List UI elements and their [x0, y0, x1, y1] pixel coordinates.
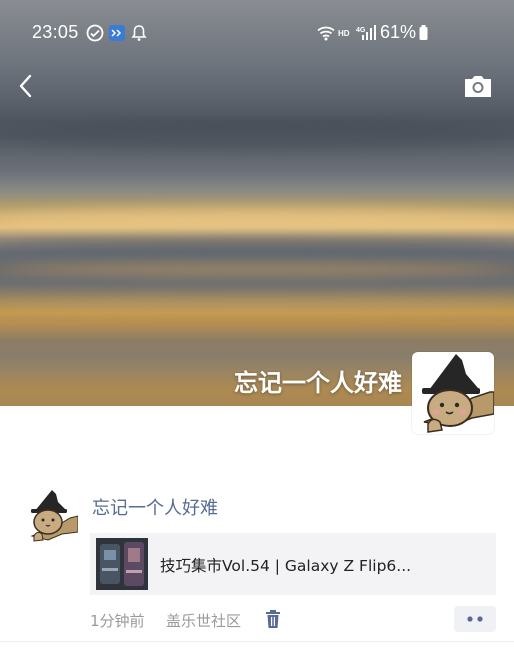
status-time: 23:05: [32, 22, 79, 42]
divider: [0, 641, 514, 642]
wifi-icon: [316, 24, 335, 42]
camera-icon: [462, 76, 494, 104]
svg-text:HD: HD: [338, 29, 350, 38]
check-circle-icon: [86, 24, 104, 42]
camera-button[interactable]: [462, 72, 494, 100]
shared-link-card[interactable]: 技巧集市Vol.54 | Galaxy Z Flip6...: [90, 533, 496, 595]
post-source[interactable]: 盖乐世社区: [166, 610, 241, 631]
battery-percentage: 61%: [380, 22, 417, 42]
link-title: 技巧集市Vol.54 | Galaxy Z Flip6...: [160, 557, 412, 575]
back-button[interactable]: [14, 72, 40, 100]
post-time: 1分钟前: [90, 612, 145, 630]
hd-icon: HD: [338, 24, 354, 42]
post-author-avatar[interactable]: [26, 488, 79, 542]
signal-4g-icon: 4G: [356, 24, 376, 42]
chevron-left-icon: [14, 74, 40, 104]
status-bar: 23:05 HD 4G 61%: [0, 18, 514, 48]
grid-app-icon: [108, 24, 126, 42]
more-button[interactable]: [454, 606, 496, 632]
bell-icon: [130, 24, 148, 42]
post-author-name[interactable]: 忘记一个人好难: [92, 494, 218, 520]
profile-name: 忘记一个人好难: [234, 369, 402, 397]
svg-text:4G: 4G: [356, 27, 366, 34]
delete-button[interactable]: [264, 609, 282, 629]
battery-icon: [418, 24, 430, 42]
more-dots-icon: [454, 616, 496, 636]
profile-avatar[interactable]: [412, 352, 494, 434]
link-thumbnail: [96, 538, 148, 590]
cover-photo[interactable]: [0, 0, 514, 406]
trash-icon: [264, 610, 282, 633]
